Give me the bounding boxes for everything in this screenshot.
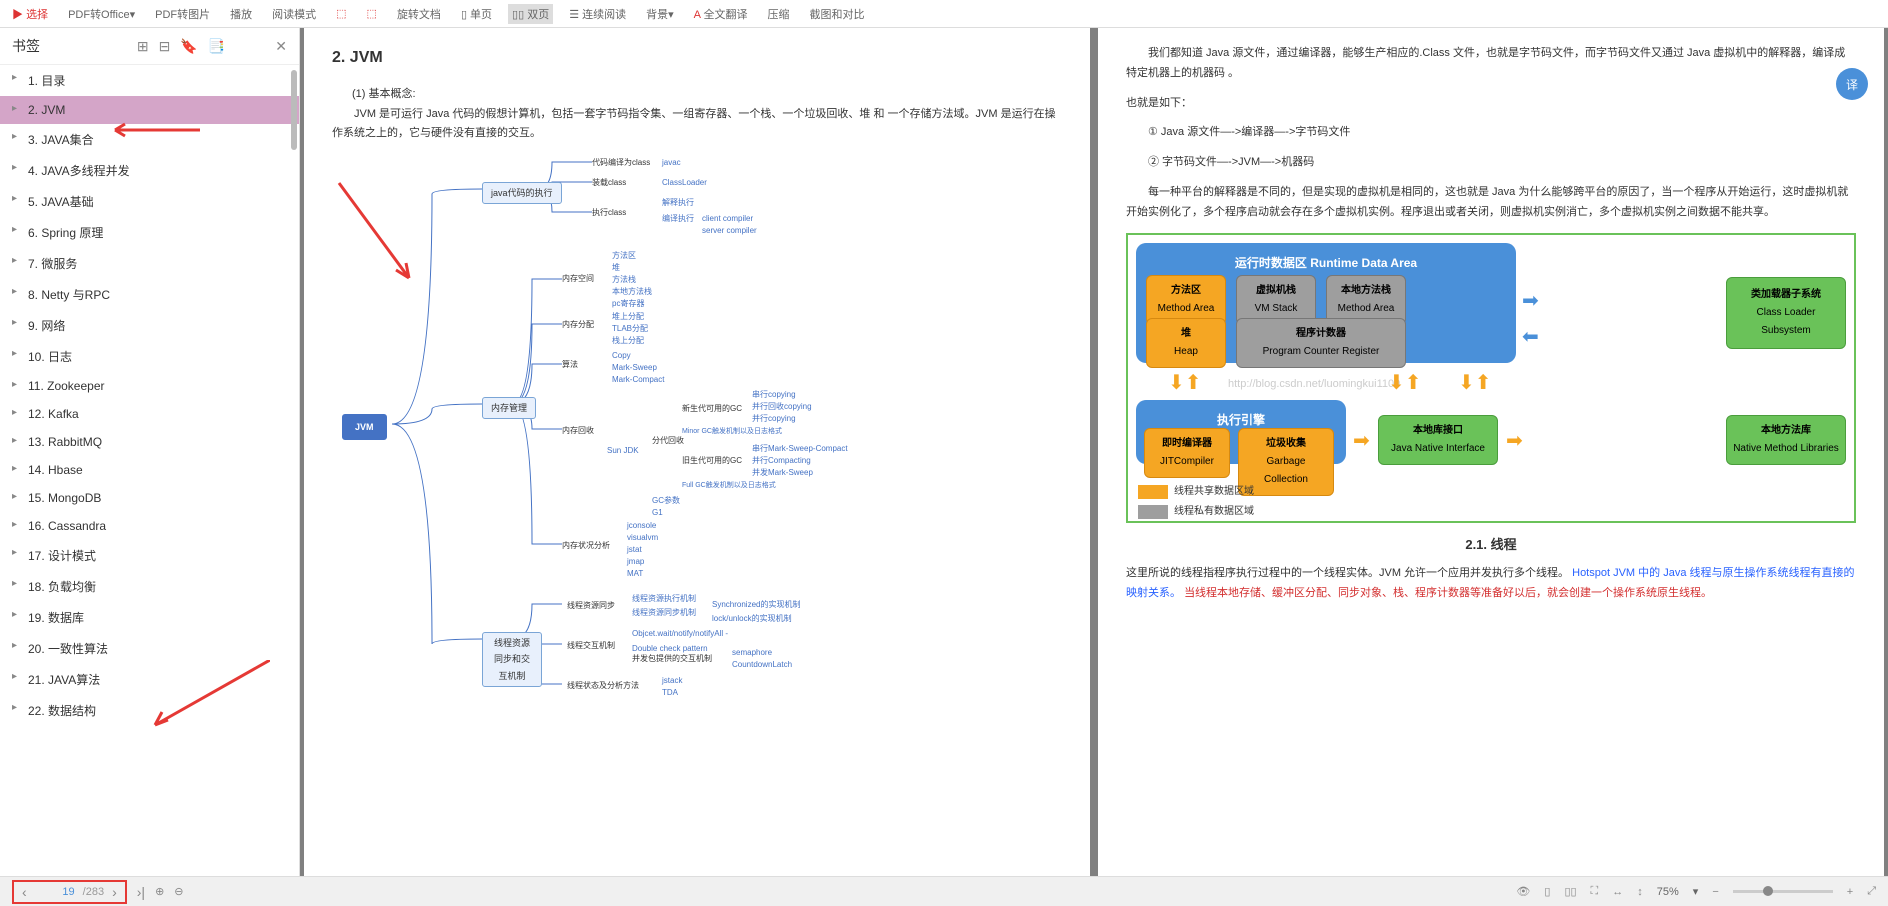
bookmark-item[interactable]: 16. Cassandra	[0, 512, 299, 540]
bookmark-item[interactable]: 4. JAVA多线程并发	[0, 155, 299, 186]
doublepage-tool[interactable]: ▯▯ 双页	[508, 4, 553, 24]
jvm-architecture-diagram: 运行时数据区 Runtime Data Area 方法区Method Area …	[1126, 233, 1856, 523]
bookmark-item[interactable]: 12. Kafka	[0, 400, 299, 428]
bookmark-item[interactable]: 7. 微服务	[0, 248, 299, 279]
translate-float-button[interactable]: 译	[1836, 68, 1868, 100]
collapse-icon[interactable]: ⊟	[159, 38, 171, 55]
bookmark-item[interactable]: 19. 数据库	[0, 602, 299, 633]
view-icon[interactable]: 👁	[1516, 885, 1530, 898]
rotate-tool[interactable]: 旋转文档	[393, 4, 445, 24]
bookmark-item[interactable]: 22. 数据结构	[0, 695, 299, 726]
icon-btn[interactable]: ⬚	[363, 5, 381, 22]
compress-tool[interactable]: 压缩	[763, 4, 793, 24]
bookmark-add-icon[interactable]: 🔖	[180, 38, 197, 55]
body-text: 这里所说的线程指程序执行过程中的一个线程实体。JVM 允许一个应用并发执行多个线…	[1126, 564, 1856, 604]
body-text: ① Java 源文件—->编译器—->字节码文件	[1126, 123, 1856, 143]
fulltrans-tool[interactable]: A 全文翻译	[690, 4, 752, 24]
bookmark-item[interactable]: 13. RabbitMQ	[0, 428, 299, 456]
continuous-tool[interactable]: ☰ 连续阅读	[565, 4, 630, 24]
page-left: 2. JVM (1) 基本概念: JVM 是可运行 Java 代码的假想计算机，…	[304, 28, 1090, 876]
bookmark-item[interactable]: 9. 网络	[0, 310, 299, 341]
play-tool[interactable]: 播放	[226, 4, 256, 24]
body-text: 也就是如下：	[1126, 94, 1856, 114]
icon-btn[interactable]: ⬚	[332, 5, 350, 22]
scrollbar[interactable]	[289, 65, 297, 876]
sidebar-title: 书签	[12, 36, 40, 56]
next-page-icon[interactable]: ›	[112, 884, 117, 900]
zoom-in-icon[interactable]: +	[1847, 886, 1853, 898]
body-text: JVM 是可运行 Java 代码的假想计算机，包括一套字节码指令集、一组寄存器、…	[332, 105, 1062, 145]
bookmark-icon[interactable]: 📑	[208, 38, 225, 55]
expand-icon[interactable]: ⤢	[1867, 885, 1876, 898]
document-content: 2. JVM (1) 基本概念: JVM 是可运行 Java 代码的假想计算机，…	[300, 28, 1888, 876]
bookmark-item[interactable]: 2. JVM	[0, 96, 299, 124]
mindmap-node: java代码的执行	[482, 182, 562, 204]
remove-page-icon[interactable]: ⊖	[174, 885, 183, 898]
layout-icon[interactable]: ▯	[1544, 885, 1550, 898]
body-text: 我们都知道 Java 源文件，通过编译器，能够生产相应的.Class 文件，也就…	[1126, 44, 1856, 84]
page-navigation: ‹ /283 ›	[12, 880, 127, 904]
screenshot-tool[interactable]: 截图和对比	[805, 4, 868, 24]
bookmark-item[interactable]: 18. 负载均衡	[0, 571, 299, 602]
bookmark-item[interactable]: 17. 设计模式	[0, 540, 299, 571]
sidebar-header: 书签 ⊞ ⊟ 🔖 📑 ✕	[0, 28, 299, 65]
mindmap-node: 线程资源同步和交互机制	[482, 632, 542, 687]
pdf2office-tool[interactable]: PDF转Office▾	[64, 4, 139, 24]
page-number-input[interactable]	[35, 886, 75, 898]
last-page-icon[interactable]: ›|	[137, 884, 145, 900]
bookmark-item[interactable]: 20. 一致性算法	[0, 633, 299, 664]
bookmark-item[interactable]: 15. MongoDB	[0, 484, 299, 512]
close-icon[interactable]: ✕	[275, 38, 287, 55]
body-text: 每一种平台的解释器是不同的，但是实现的虚拟机是相同的，这也就是 Java 为什么…	[1126, 183, 1856, 223]
bookmark-item[interactable]: 8. Netty 与RPC	[0, 279, 299, 310]
mindmap-node: 内存管理	[482, 397, 536, 419]
singlepage-tool[interactable]: ▯ 单页	[457, 4, 496, 24]
fit-icon[interactable]: ↔	[1612, 886, 1623, 898]
watermark: http://blog.csdn.net/luomingkui1109	[1228, 375, 1400, 395]
layout2-icon[interactable]: ▯▯	[1564, 885, 1576, 898]
bookmark-item[interactable]: 3. JAVA集合	[0, 124, 299, 155]
section-title: 2. JVM	[332, 44, 1062, 73]
bookmark-list: 1. 目录 2. JVM 3. JAVA集合 4. JAVA多线程并发 5. J…	[0, 65, 299, 876]
subsection-label: (1) 基本概念:	[352, 85, 1062, 105]
subsection-title: 2.1. 线程	[1126, 533, 1856, 556]
bookmark-item[interactable]: 10. 日志	[0, 341, 299, 372]
bookmark-item[interactable]: 1. 目录	[0, 65, 299, 96]
body-text: ② 字节码文件—->JVM—->机器码	[1126, 153, 1856, 173]
readmode-tool[interactable]: 阅读模式	[268, 4, 320, 24]
mindmap-root: JVM	[342, 414, 387, 440]
page-total: /283	[83, 886, 104, 898]
bookmark-item[interactable]: 14. Hbase	[0, 456, 299, 484]
fullscreen-icon[interactable]: ⛶	[1591, 885, 1599, 898]
bookmark-item[interactable]: 5. JAVA基础	[0, 186, 299, 217]
prev-page-icon[interactable]: ‹	[22, 884, 27, 900]
status-bar: ‹ /283 › ›| ⊕ ⊖ 👁 ▯ ▯▯ ⛶ ↔ ↕ 75% ▾ − + ⤢	[0, 876, 1888, 906]
page-right: 我们都知道 Java 源文件，通过编译器，能够生产相应的.Class 文件，也就…	[1098, 28, 1884, 876]
bookmark-item[interactable]: 11. Zookeeper	[0, 372, 299, 400]
bookmark-item[interactable]: 6. Spring 原理	[0, 217, 299, 248]
add-page-icon[interactable]: ⊕	[155, 885, 164, 898]
expand-icon[interactable]: ⊞	[137, 38, 149, 55]
pdf2img-tool[interactable]: PDF转图片	[151, 4, 214, 24]
zoom-level: 75%	[1657, 886, 1679, 898]
zoom-out-icon[interactable]: −	[1712, 886, 1718, 898]
bookmark-item[interactable]: 21. JAVA算法	[0, 664, 299, 695]
zoom-slider[interactable]	[1733, 890, 1833, 893]
background-tool[interactable]: 背景▾	[642, 4, 678, 24]
select-tool[interactable]: ▶ 选择	[8, 4, 52, 24]
jvm-mindmap: JVM java代码的执行 代码编译为class javac 装载class C…	[332, 154, 1062, 694]
fit2-icon[interactable]: ↕	[1637, 886, 1643, 898]
bookmark-sidebar: 书签 ⊞ ⊟ 🔖 📑 ✕ 1. 目录 2. JVM 3. JAVA集合 4. J…	[0, 28, 300, 876]
top-toolbar: ▶ 选择 PDF转Office▾ PDF转图片 播放 阅读模式 ⬚ ⬚ 旋转文档…	[0, 0, 1888, 28]
